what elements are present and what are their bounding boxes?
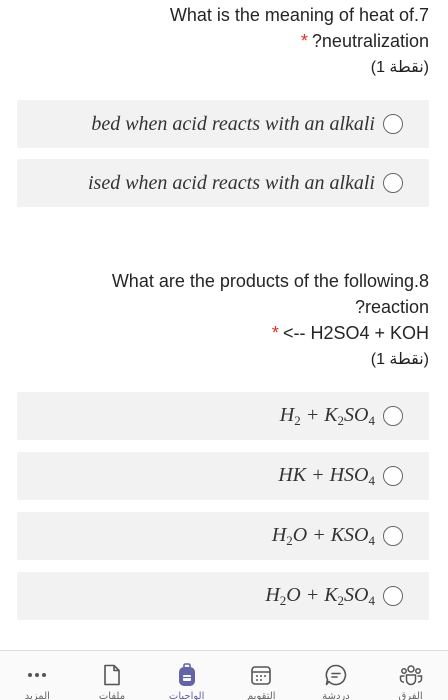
nav-files[interactable]: ملفات [80, 651, 144, 700]
nav-calendar-label: التقويم [247, 691, 276, 700]
chat-icon [324, 663, 348, 687]
file-icon [100, 663, 124, 687]
nav-assignments-label: الواجبات [168, 691, 205, 700]
question-8: What are the products of the following.8… [112, 268, 429, 372]
backpack-icon [175, 663, 199, 687]
calendar-icon [249, 663, 273, 687]
q8-option-1-formula: H2 + K2SO4 [279, 403, 375, 428]
q8-option-3-radio[interactable] [383, 526, 403, 546]
q8-option-1[interactable]: H2 + K2SO4 [17, 392, 429, 440]
question-7-title: What is the meaning of heat of.7 [169, 5, 429, 25]
nav-more-label: المزيد [24, 691, 50, 700]
nav-chat-label: دردشة [322, 691, 350, 700]
nav-files-label: ملفات [98, 691, 126, 700]
q7-option-1-text: bed when acid reacts with an alkali [91, 112, 375, 135]
question-8-title: What are the products of the following.8 [111, 271, 429, 291]
question-7-title-end: ?neutralization [311, 31, 429, 51]
q8-option-3[interactable]: H2O + KSO4 [17, 512, 429, 560]
required-marker: * [300, 31, 308, 51]
nav-teams[interactable]: الفرق [379, 651, 443, 700]
nav-assignments[interactable]: الواجبات [155, 651, 219, 700]
q8-option-3-formula: H2O + KSO4 [271, 523, 375, 548]
required-marker: * [271, 323, 279, 343]
bottom-nav-bar: المزيد ملفات الواجبات التقويم دردشة الفر… [0, 650, 448, 700]
nav-calendar[interactable]: التقويم [229, 651, 293, 700]
q8-option-2-radio[interactable] [383, 466, 403, 486]
question-7-title-cont: * ?neutralization [170, 28, 429, 54]
q7-option-2[interactable]: ised when acid reacts with an alkali [17, 159, 429, 207]
q8-option-4-radio[interactable] [383, 586, 403, 606]
question-7: What is the meaning of heat of.7 * ?neutr… [170, 2, 429, 80]
q7-option-2-text: ised when acid reacts with an alkali [87, 171, 375, 194]
q8-option-1-radio[interactable] [383, 406, 403, 426]
q7-option-1[interactable]: bed when acid reacts with an alkali [17, 100, 429, 148]
nav-teams-label: الفرق [398, 691, 423, 700]
q7-option-1-radio[interactable] [383, 114, 403, 134]
nav-chat[interactable]: دردشة [304, 651, 368, 700]
q7-option-2-radio[interactable] [383, 173, 403, 193]
question-8-reaction: * <-- H2SO4 + KOH [112, 320, 429, 346]
more-icon [25, 663, 49, 687]
question-8-reaction-text: <-- H2SO4 + KOH [282, 323, 429, 343]
q8-option-2[interactable]: HK + HSO4 [17, 452, 429, 500]
q8-option-4[interactable]: H2O + K2SO4 [17, 572, 429, 620]
teams-icon [399, 663, 423, 687]
question-8-title-cont: ?reaction [354, 297, 429, 317]
question-8-points: (1 نقطة) [370, 351, 429, 368]
q8-option-4-formula: H2O + K2SO4 [265, 583, 375, 608]
question-7-points: (1 نقطة) [370, 59, 429, 76]
q8-option-2-formula: HK + HSO4 [278, 463, 375, 488]
nav-more[interactable]: المزيد [5, 651, 69, 700]
